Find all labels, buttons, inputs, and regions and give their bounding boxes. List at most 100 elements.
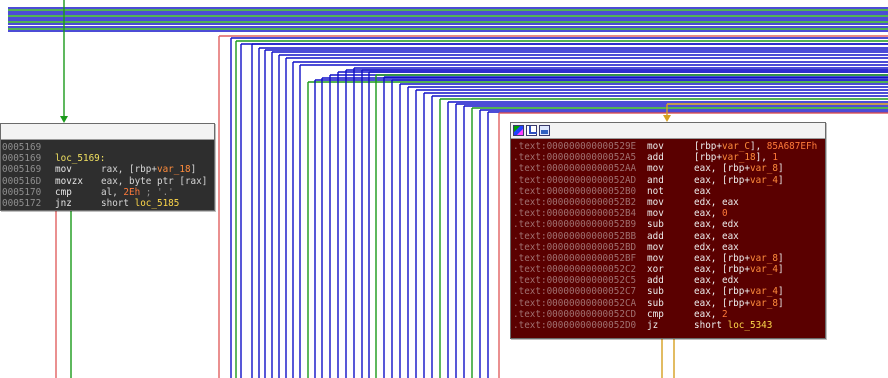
asm-address: .text:00000000000052B9: [513, 219, 637, 231]
edge-arrow-head: [663, 115, 671, 122]
asm-address: .text:00000000000052D0: [513, 320, 637, 331]
asm-operands: eax, [rbp+var_8]: [694, 297, 784, 309]
asm-line[interactable]: .text:00000000000052A5 add [rbp+var_18], 1: [511, 152, 825, 163]
asm-line[interactable]: .text:00000000000052CA sub eax, [rbp+var_8…: [511, 298, 825, 309]
edge-arrow-head: [60, 116, 68, 123]
asm-address: 0005170: [2, 186, 42, 198]
asm-operands: edx, eax: [694, 241, 739, 253]
asm-line[interactable]: 000516D movzx eax, byte ptr [rax]: [1, 176, 214, 187]
asm-line[interactable]: .text:00000000000052BD mov edx, eax: [511, 242, 825, 253]
asm-line[interactable]: .text:00000000000052CD cmp eax, 2: [511, 309, 825, 320]
asm-mnemonic: add: [647, 275, 664, 287]
asm-operands: short loc_5185: [101, 197, 180, 209]
image-icon[interactable]: [539, 125, 550, 136]
asm-mnemonic: not: [647, 185, 664, 197]
asm-mnemonic: jz: [647, 320, 659, 331]
asm-label[interactable]: loc_5169:: [55, 153, 105, 164]
asm-address: .text:00000000000052C2: [513, 264, 637, 276]
asm-address: .text:00000000000052C7: [513, 286, 637, 298]
asm-operands: eax, edx: [694, 275, 739, 287]
asm-line[interactable]: .text:00000000000052C5 add eax, edx: [511, 275, 825, 286]
asm-line[interactable]: 0005170 cmp al, 2Eh ; '.': [1, 187, 214, 198]
asm-address: .text:00000000000052A5: [513, 152, 637, 164]
asm-operands: eax, eax: [694, 230, 739, 242]
asm-operands: eax, [rbp+var_4]: [694, 286, 784, 298]
asm-operands: [rbp+var_C], 85A687EFh: [694, 141, 818, 152]
asm-operands: short loc_5343: [694, 320, 773, 331]
asm-address: .text:000000000000529E: [513, 141, 637, 152]
code-block-header[interactable]: [1, 124, 214, 140]
asm-mnemonic: sub: [647, 219, 664, 231]
asm-address: .text:00000000000052CD: [513, 308, 637, 320]
asm-address: .text:00000000000052BF: [513, 252, 637, 264]
asm-mnemonic: cmp: [647, 308, 664, 320]
asm-line[interactable]: .text:00000000000052BF mov eax, [rbp+var_8…: [511, 253, 825, 264]
asm-line[interactable]: .text:00000000000052B9 sub eax, edx: [511, 219, 825, 230]
asm-operands: eax: [694, 185, 711, 197]
asm-address: .text:00000000000052BD: [513, 241, 637, 253]
asm-address: .text:00000000000052C5: [513, 275, 637, 287]
asm-address: 0005169: [2, 142, 42, 153]
asm-line[interactable]: .text:00000000000052B0 not eax: [511, 186, 825, 197]
asm-line[interactable]: .text:00000000000052C7 sub eax, [rbp+var_4…: [511, 286, 825, 297]
asm-operands: edx, eax: [694, 196, 739, 208]
asm-mnemonic: cmp: [55, 186, 72, 198]
asm-line[interactable]: .text:00000000000052AA mov eax, [rbp+var_8…: [511, 163, 825, 174]
asm-address: .text:00000000000052CA: [513, 297, 637, 309]
asm-address: .text:00000000000052B0: [513, 185, 637, 197]
asm-operands: eax, edx: [694, 219, 739, 231]
asm-mnemonic: movzx: [55, 175, 83, 187]
asm-operands: eax, byte ptr [rax]: [101, 175, 208, 187]
asm-operands: [rbp+var_18], 1: [694, 152, 778, 164]
code-block-loc-5169[interactable]: 0005169 0005169 loc_5169: 0005169 mov rax, [r…: [0, 123, 215, 211]
asm-operands: eax, [rbp+var_8]: [694, 163, 784, 175]
asm-mnemonic: mov: [647, 252, 664, 264]
asm-line[interactable]: 0005169 mov rax, [rbp+var_18]: [1, 164, 214, 175]
asm-operands: rax, [rbp+var_18]: [101, 164, 197, 176]
asm-mnemonic: add: [647, 152, 664, 164]
asm-line[interactable]: .text:00000000000052D0 jz short loc_5343: [511, 320, 825, 331]
asm-address: 0005169: [2, 153, 42, 165]
asm-mnemonic: add: [647, 230, 664, 242]
code-block-header[interactable]: [511, 123, 825, 139]
asm-mnemonic: mov: [647, 208, 664, 220]
asm-line[interactable]: .text:00000000000052C2 xor eax, [rbp+var_4…: [511, 264, 825, 275]
asm-mnemonic: sub: [647, 286, 664, 298]
asm-mnemonic: xor: [647, 264, 664, 276]
asm-address: .text:00000000000052AA: [513, 163, 637, 175]
asm-address: 0005169: [2, 164, 42, 176]
asm-line[interactable]: .text:00000000000052B2 mov edx, eax: [511, 197, 825, 208]
asm-mnemonic: and: [647, 174, 664, 186]
asm-operands: al, 2Eh ; '.': [101, 186, 174, 198]
asm-mnemonic: mov: [647, 141, 664, 152]
asm-line[interactable]: 0005169: [1, 142, 214, 153]
asm-mnemonic: mov: [647, 196, 664, 208]
asm-operands: eax, [rbp+var_4]: [694, 174, 784, 186]
asm-mnemonic: mov: [647, 163, 664, 175]
asm-address: .text:00000000000052B2: [513, 196, 637, 208]
asm-address: .text:00000000000052AD: [513, 174, 637, 186]
asm-operands: eax, [rbp+var_4]: [694, 264, 784, 276]
asm-mnemonic: mov: [647, 241, 664, 253]
asm-line[interactable]: .text:00000000000052BB add eax, eax: [511, 231, 825, 242]
asm-mnemonic: sub: [647, 297, 664, 309]
asm-line[interactable]: 0005172 jnz short loc_5185: [1, 198, 214, 209]
asm-mnemonic: mov: [55, 164, 72, 176]
graph-icon[interactable]: [526, 125, 537, 136]
code-block-529e[interactable]: .text:000000000000529E mov [rbp+var_C], 85…: [510, 122, 826, 339]
asm-operands: eax, [rbp+var_8]: [694, 252, 784, 264]
asm-address: 000516D: [2, 175, 42, 187]
code-block-body: .text:000000000000529E mov [rbp+var_C], 85…: [511, 139, 825, 331]
asm-line[interactable]: .text:00000000000052B4 mov eax, 0: [511, 208, 825, 219]
asm-operands: eax, 0: [694, 208, 728, 220]
asm-line[interactable]: 0005169 loc_5169:: [1, 153, 214, 164]
asm-address: .text:00000000000052BB: [513, 230, 637, 242]
asm-address: .text:00000000000052B4: [513, 208, 637, 220]
asm-address: 0005172: [2, 197, 42, 209]
asm-operands: eax, 2: [694, 308, 728, 320]
asm-line[interactable]: .text:000000000000529E mov [rbp+var_C], 85…: [511, 141, 825, 152]
color-icon[interactable]: [513, 125, 524, 136]
code-block-body: 0005169 0005169 loc_5169: 0005169 mov rax, [r…: [1, 140, 214, 209]
asm-line[interactable]: .text:00000000000052AD and eax, [rbp+var_4…: [511, 175, 825, 186]
asm-mnemonic: jnz: [55, 197, 72, 209]
